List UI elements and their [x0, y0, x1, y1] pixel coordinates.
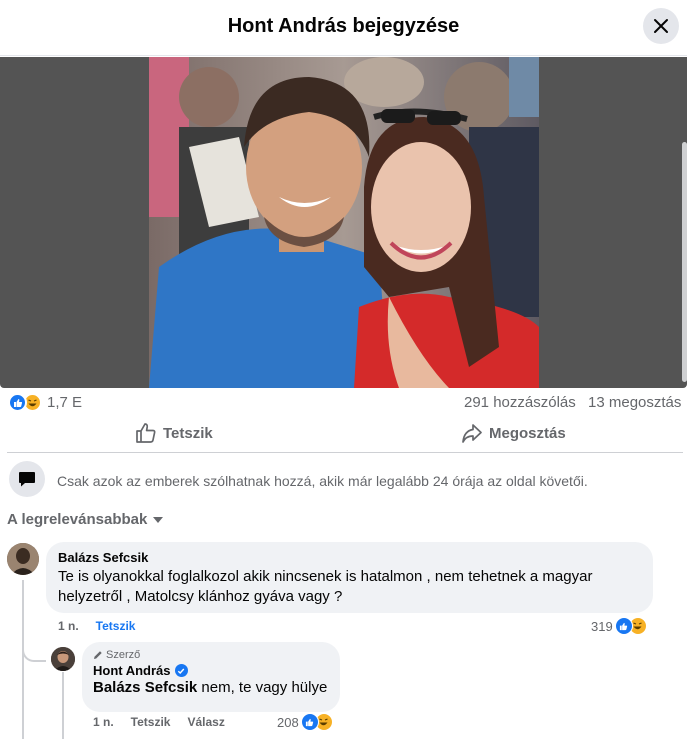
post-stats: 1,7 E 291 hozzászólás 13 megosztás — [0, 390, 687, 416]
post-actions: Tetszik Megosztás — [7, 417, 683, 453]
thumbs-up-icon — [136, 423, 156, 443]
comment-restriction-notice: Csak azok az emberek szólhatnak hozzá, a… — [0, 460, 687, 500]
share-button[interactable]: Megosztás — [461, 417, 566, 449]
reply-meta: 1 n. Tetszik Válasz — [93, 715, 242, 729]
dialog-header: Hont András bejegyzése — [0, 0, 687, 56]
pencil-icon — [94, 651, 102, 659]
comment-meta: 1 n. Tetszik — [58, 619, 152, 633]
thread-line — [22, 580, 24, 739]
notice-text: Csak azok az emberek szólhatnak hozzá, a… — [57, 473, 588, 489]
comment-text: Te is olyanokkal foglalkozol akik nincse… — [58, 568, 593, 605]
comment-like-link[interactable]: Tetszik — [96, 619, 136, 633]
comment-reaction-count: 319 — [591, 618, 613, 634]
dialog-title: Hont András bejegyzése — [227, 15, 460, 37]
verified-badge-icon — [174, 664, 188, 677]
shares-count-link[interactable]: 13 megosztás — [588, 394, 681, 411]
close-icon — [654, 19, 668, 33]
author-badge: Szerző — [93, 649, 329, 661]
mention-link[interactable]: Balázs Sefcsik — [93, 679, 197, 696]
comment-reactions[interactable]: 319 — [591, 617, 647, 635]
reply-text: Balázs Sefcsik nem, te vagy hülye — [93, 678, 329, 698]
reply-body: nem, te vagy hülye — [197, 679, 328, 696]
like-icon — [614, 617, 633, 635]
comment-sort-dropdown[interactable]: A legrelevánsabbak — [7, 511, 164, 528]
reply-author[interactable]: Hont András — [93, 663, 171, 678]
reply-reply-link[interactable]: Válasz — [187, 715, 224, 729]
comments-count-link[interactable]: 291 hozzászólás — [464, 394, 576, 411]
reply-reactions[interactable]: 208 — [277, 713, 333, 731]
like-button-label: Tetszik — [163, 424, 213, 442]
comment-bubble: Balázs Sefcsik Te is olyanokkal foglalko… — [46, 542, 653, 613]
post-photo-area — [0, 57, 687, 388]
avatar[interactable] — [7, 543, 39, 575]
post-photo[interactable] — [149, 57, 539, 388]
chevron-down-icon — [153, 516, 164, 523]
comment-author[interactable]: Balázs Sefcsik — [58, 550, 641, 565]
reply-bubble: Szerző Hont András Balázs Sefcsik nem, t… — [82, 642, 340, 712]
avatar[interactable] — [51, 647, 75, 671]
reply-like-link[interactable]: Tetszik — [131, 715, 171, 729]
reply-thread-line — [62, 672, 64, 739]
like-icon — [8, 393, 27, 412]
comment-time[interactable]: 1 n. — [58, 619, 79, 633]
reply-reaction-count: 208 — [277, 714, 299, 730]
close-button[interactable] — [643, 8, 679, 44]
share-arrow-icon — [462, 424, 482, 443]
reply-time[interactable]: 1 n. — [93, 715, 114, 729]
reply-connector — [22, 640, 46, 662]
photo-scrollbar[interactable] — [682, 142, 687, 382]
sort-label: A legrelevánsabbak — [7, 511, 148, 528]
reaction-count: 1,7 E — [47, 394, 83, 411]
like-button[interactable]: Tetszik — [135, 417, 213, 449]
comment-bubble-icon — [9, 461, 45, 497]
author-badge-label: Szerző — [106, 649, 141, 661]
like-icon — [300, 713, 319, 731]
share-button-label: Megosztás — [489, 424, 566, 442]
selfie-photo-image — [149, 57, 539, 388]
reply-author-row: Hont András — [93, 663, 329, 678]
reaction-summary[interactable]: 1,7 E — [8, 393, 82, 412]
